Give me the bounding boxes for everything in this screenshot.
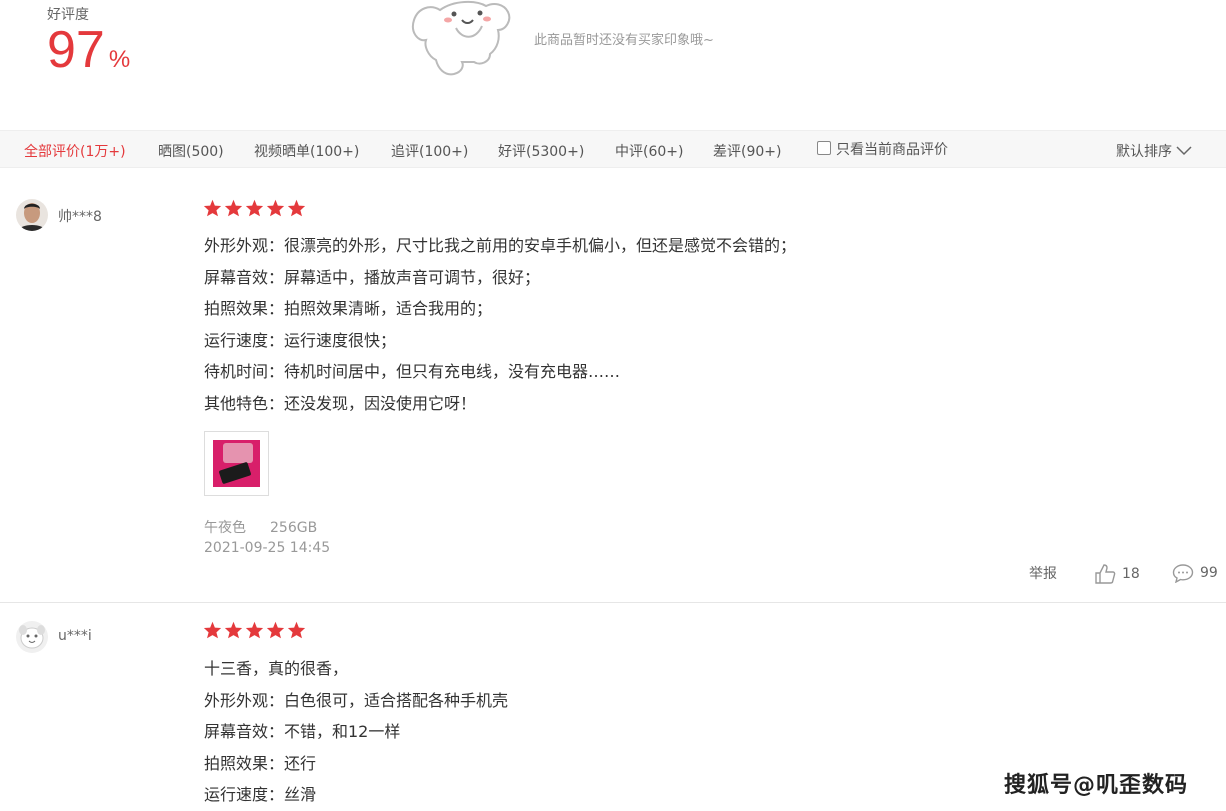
star-icon [287, 199, 306, 217]
mascot-dog-icon [412, 0, 511, 76]
review-line: 运行速度：运行速度很快； [204, 330, 397, 350]
user-photo-icon [16, 199, 48, 231]
variant-storage: 256GB [270, 520, 318, 536]
review-line: 十三香，真的很香， [204, 659, 349, 678]
star-icon [224, 621, 243, 639]
tab-video-reviews[interactable]: 视频晒单(100+) [254, 141, 359, 161]
review-filter-bar: 全部评价(1万+) 晒图(500) 视频晒单(100+) 追评(100+) 好评… [0, 130, 1226, 168]
tab-photo-reviews[interactable]: 晒图(500) [158, 141, 224, 161]
sort-label: 默认排序 [1116, 144, 1172, 160]
no-impression-text: 此商品暂时还没有买家印象哦~ [534, 33, 714, 48]
tab-negative-reviews[interactable]: 差评(90+) [713, 141, 781, 161]
avatar[interactable] [16, 621, 48, 653]
star-rating [203, 621, 306, 639]
like-button[interactable]: 18 [1094, 563, 1140, 585]
variant-color: 午夜色 [204, 520, 246, 536]
reply-count: 99 [1200, 565, 1218, 581]
star-icon [287, 621, 306, 639]
review-username: 帅***8 [58, 209, 102, 225]
review-photo-thumbnail[interactable] [204, 431, 269, 496]
chevron-down-icon [1176, 146, 1192, 156]
tab-neutral-reviews[interactable]: 中评(60+) [615, 141, 683, 161]
rating-value: 97% [47, 24, 130, 76]
review-line: 外形外观：白色很可，适合搭配各种手机壳 [204, 690, 509, 710]
only-current-filter[interactable]: 只看当前商品评价 [817, 139, 948, 159]
thumbs-up-icon [1095, 564, 1116, 584]
star-icon [224, 199, 243, 217]
tab-all-reviews[interactable]: 全部评价(1万+) [24, 141, 126, 161]
product-variant: 午夜色 256GB [204, 517, 341, 537]
review-line: 拍照效果：还行 [204, 753, 317, 773]
rating-number: 97 [47, 21, 105, 79]
comment-bubble-icon [1172, 564, 1194, 583]
review-line: 屏幕音效：屏幕适中，播放声音可调节，很好； [204, 267, 541, 287]
review-line: 屏幕音效：不错，和12一样 [204, 722, 401, 741]
review-username: u***i [58, 628, 92, 644]
star-rating [203, 199, 306, 217]
review-line: 外形外观：很漂亮的外形，尺寸比我之前用的安卓手机偏小，但还是感觉不会错的； [204, 236, 797, 255]
review-content: 外形外观：很漂亮的外形，尺寸比我之前用的安卓手机偏小，但还是感觉不会错的； 屏幕… [204, 230, 1104, 419]
star-icon [203, 199, 222, 217]
review-line: 运行速度：丝滑 [204, 785, 317, 804]
thumbnail-image [213, 440, 260, 487]
tab-positive-reviews[interactable]: 好评(5300+) [498, 141, 584, 161]
tab-follow-up-reviews[interactable]: 追评(100+) [391, 141, 468, 161]
rating-unit: % [108, 46, 131, 73]
only-current-label: 只看当前商品评价 [836, 142, 948, 158]
thumbnail-highlight [223, 443, 253, 463]
star-icon [245, 621, 264, 639]
avatar[interactable] [16, 199, 48, 231]
review-content: 十三香，真的很香， 外形外观：白色很可，适合搭配各种手机壳 屏幕音效：不错，和1… [204, 653, 1104, 811]
source-watermark: 搜狐号@叽歪数码 [1004, 773, 1189, 798]
review-line: 待机时间：待机时间居中，但只有充电线，没有充电器…… [204, 362, 621, 381]
reply-button[interactable]: 99 [1172, 563, 1218, 583]
thumbnail-phone [218, 461, 252, 485]
rating-summary: 好评度 97% 此商品暂时还没有买家印象哦~ [0, 0, 1226, 130]
review-item: 帅***8 外形外观：很漂亮的外形，尺寸比我之前用的安卓手机偏小，但还是感觉不会… [0, 168, 1226, 603]
review-date: 2021-09-25 14:45 [204, 540, 331, 556]
review-line: 拍照效果：拍照效果清晰，适合我用的； [204, 299, 493, 318]
default-avatar-icon [16, 621, 48, 653]
sort-dropdown[interactable]: 默认排序 [1116, 141, 1192, 161]
star-icon [203, 621, 222, 639]
only-current-checkbox[interactable] [817, 140, 831, 155]
star-icon [245, 199, 264, 217]
review-line: 其他特色：还没发现，因没使用它呀！ [204, 393, 477, 413]
like-count: 18 [1122, 566, 1140, 582]
star-icon [266, 621, 285, 639]
report-button[interactable]: 举报 [1029, 563, 1057, 583]
star-icon [266, 199, 285, 217]
